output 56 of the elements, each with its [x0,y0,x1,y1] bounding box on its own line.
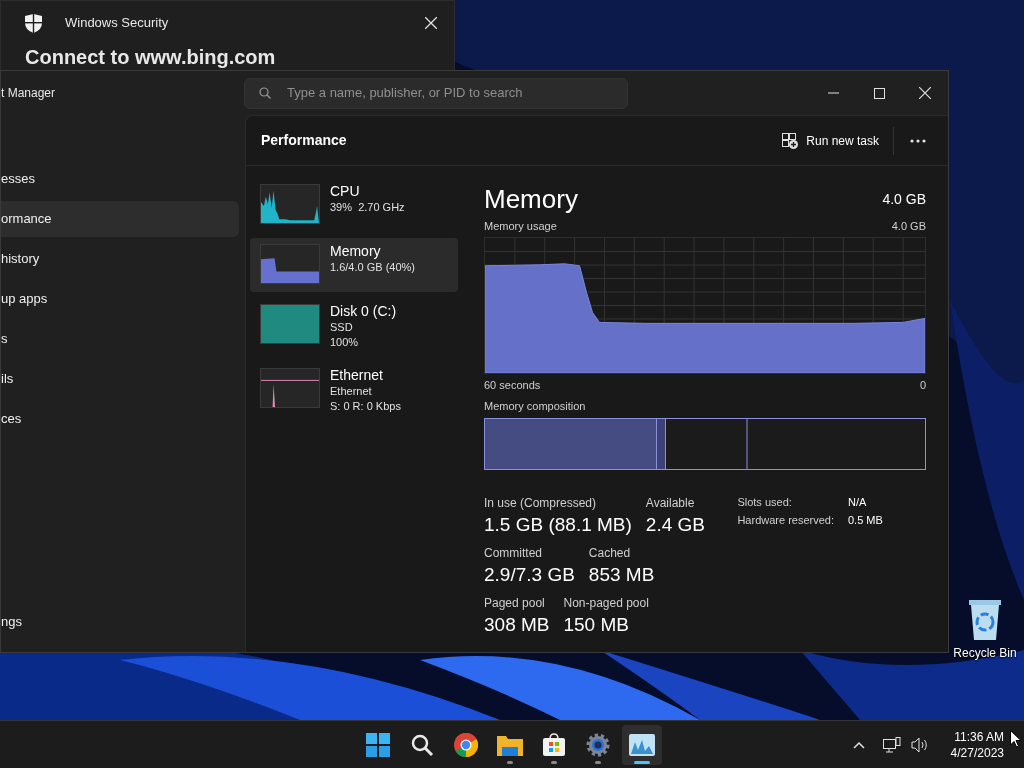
graph-max-label: 4.0 GB [891,219,926,234]
stat-label: In use (Compressed) [484,494,598,512]
nav-item[interactable]: esses [1,161,239,197]
graph-time-label: 0 [919,377,926,393]
nav-item[interactable]: s [1,321,239,357]
stat-value: 1.5 GB (88.1 MB) [484,512,632,537]
resource-item[interactable]: Memory 1.6/4.0 GB (40%) [250,238,458,292]
total-memory: 4.0 GB [882,190,926,209]
resource-detail: S: 0 R: 0 Kbps [330,399,401,414]
security-heading: Connect to www.bing.com [25,45,277,69]
resource-item[interactable]: Disk 0 (C:) SSD 100% [250,298,458,356]
run-new-task-button[interactable]: Run new task [776,124,885,157]
stat-value: 853 MB [588,562,655,587]
stat-value: 2.4 GB [645,512,705,537]
stat-label: Available [645,494,696,512]
nav-item[interactable]: history [1,241,239,277]
resource-item[interactable]: Ethernet Ethernet S: 0 R: 0 Kbps [250,362,458,420]
stat-value: 2.9/7.3 GB [484,562,575,587]
composition-label: Memory composition [484,399,587,414]
stat-label: Non-paged pool [563,594,649,612]
graph-time-label: 60 seconds [484,377,541,393]
clock-date: 4/27/2023 [950,744,1004,761]
search-field[interactable]: Type a name, publisher, or PID to search [244,77,628,109]
fact-label: Slots used: [737,494,793,510]
resource-name: Memory [330,242,382,260]
nav-item[interactable]: ngs [1,604,245,640]
stat-label: Paged pool [484,594,546,612]
graph-label: Memory usage [484,219,557,234]
window-title: t Manager [1,85,57,102]
nav-item[interactable]: ces [1,401,239,437]
resource-name: Disk 0 (C:) [330,302,397,320]
nav-item[interactable]: ils [1,361,239,397]
search-input[interactable]: Type a name, publisher, or PID to search [287,83,613,103]
fact-label: Hardware reserved: [737,513,834,528]
clock[interactable]: 11:36 AM 4/27/2023 [944,728,1010,761]
nav-item[interactable]: up apps [1,281,239,317]
resource-detail: 1.6/4.0 GB (40%) [330,260,415,275]
stat-value: 150 MB [563,612,630,637]
clock-time: 11:36 AM [954,728,1004,745]
resource-name: Ethernet [330,366,384,384]
stat-label: Cached [588,544,632,562]
window-title: Windows Security [65,14,169,33]
resource-detail: Ethernet [330,384,373,399]
resource-detail: 39% 2.70 GHz [330,200,405,215]
fact-value: N/A [848,494,868,510]
recycle-bin-label: Recycle Bin [953,645,1017,662]
stat-value: 308 MB [484,612,550,637]
stat-label: Committed [484,544,543,562]
resource-item[interactable]: CPU 39% 2.70 GHz [250,178,458,232]
resource-detail: 100% [330,335,360,350]
detail-title: Memory [484,184,578,214]
resource-name: CPU [330,182,361,200]
page-title: Performance [261,131,347,150]
resource-detail: SSD [330,320,354,335]
nav-item[interactable]: ormance [1,201,239,237]
fact-value: 0.5 MB [848,513,884,528]
